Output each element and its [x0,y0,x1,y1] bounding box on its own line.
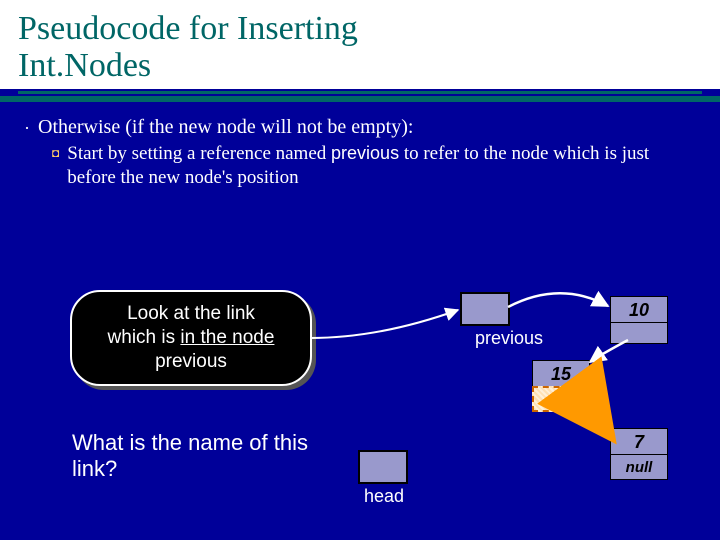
arrows-layer [0,0,720,540]
arrow-previous-to-10 [508,293,608,307]
arrow-hint-to-previous [310,310,458,338]
arrow-10-to-15 [590,340,628,362]
slide: Pseudocode for Inserting Int.Nodes · Oth… [0,0,720,540]
arrow-15-to-7 [584,400,612,438]
